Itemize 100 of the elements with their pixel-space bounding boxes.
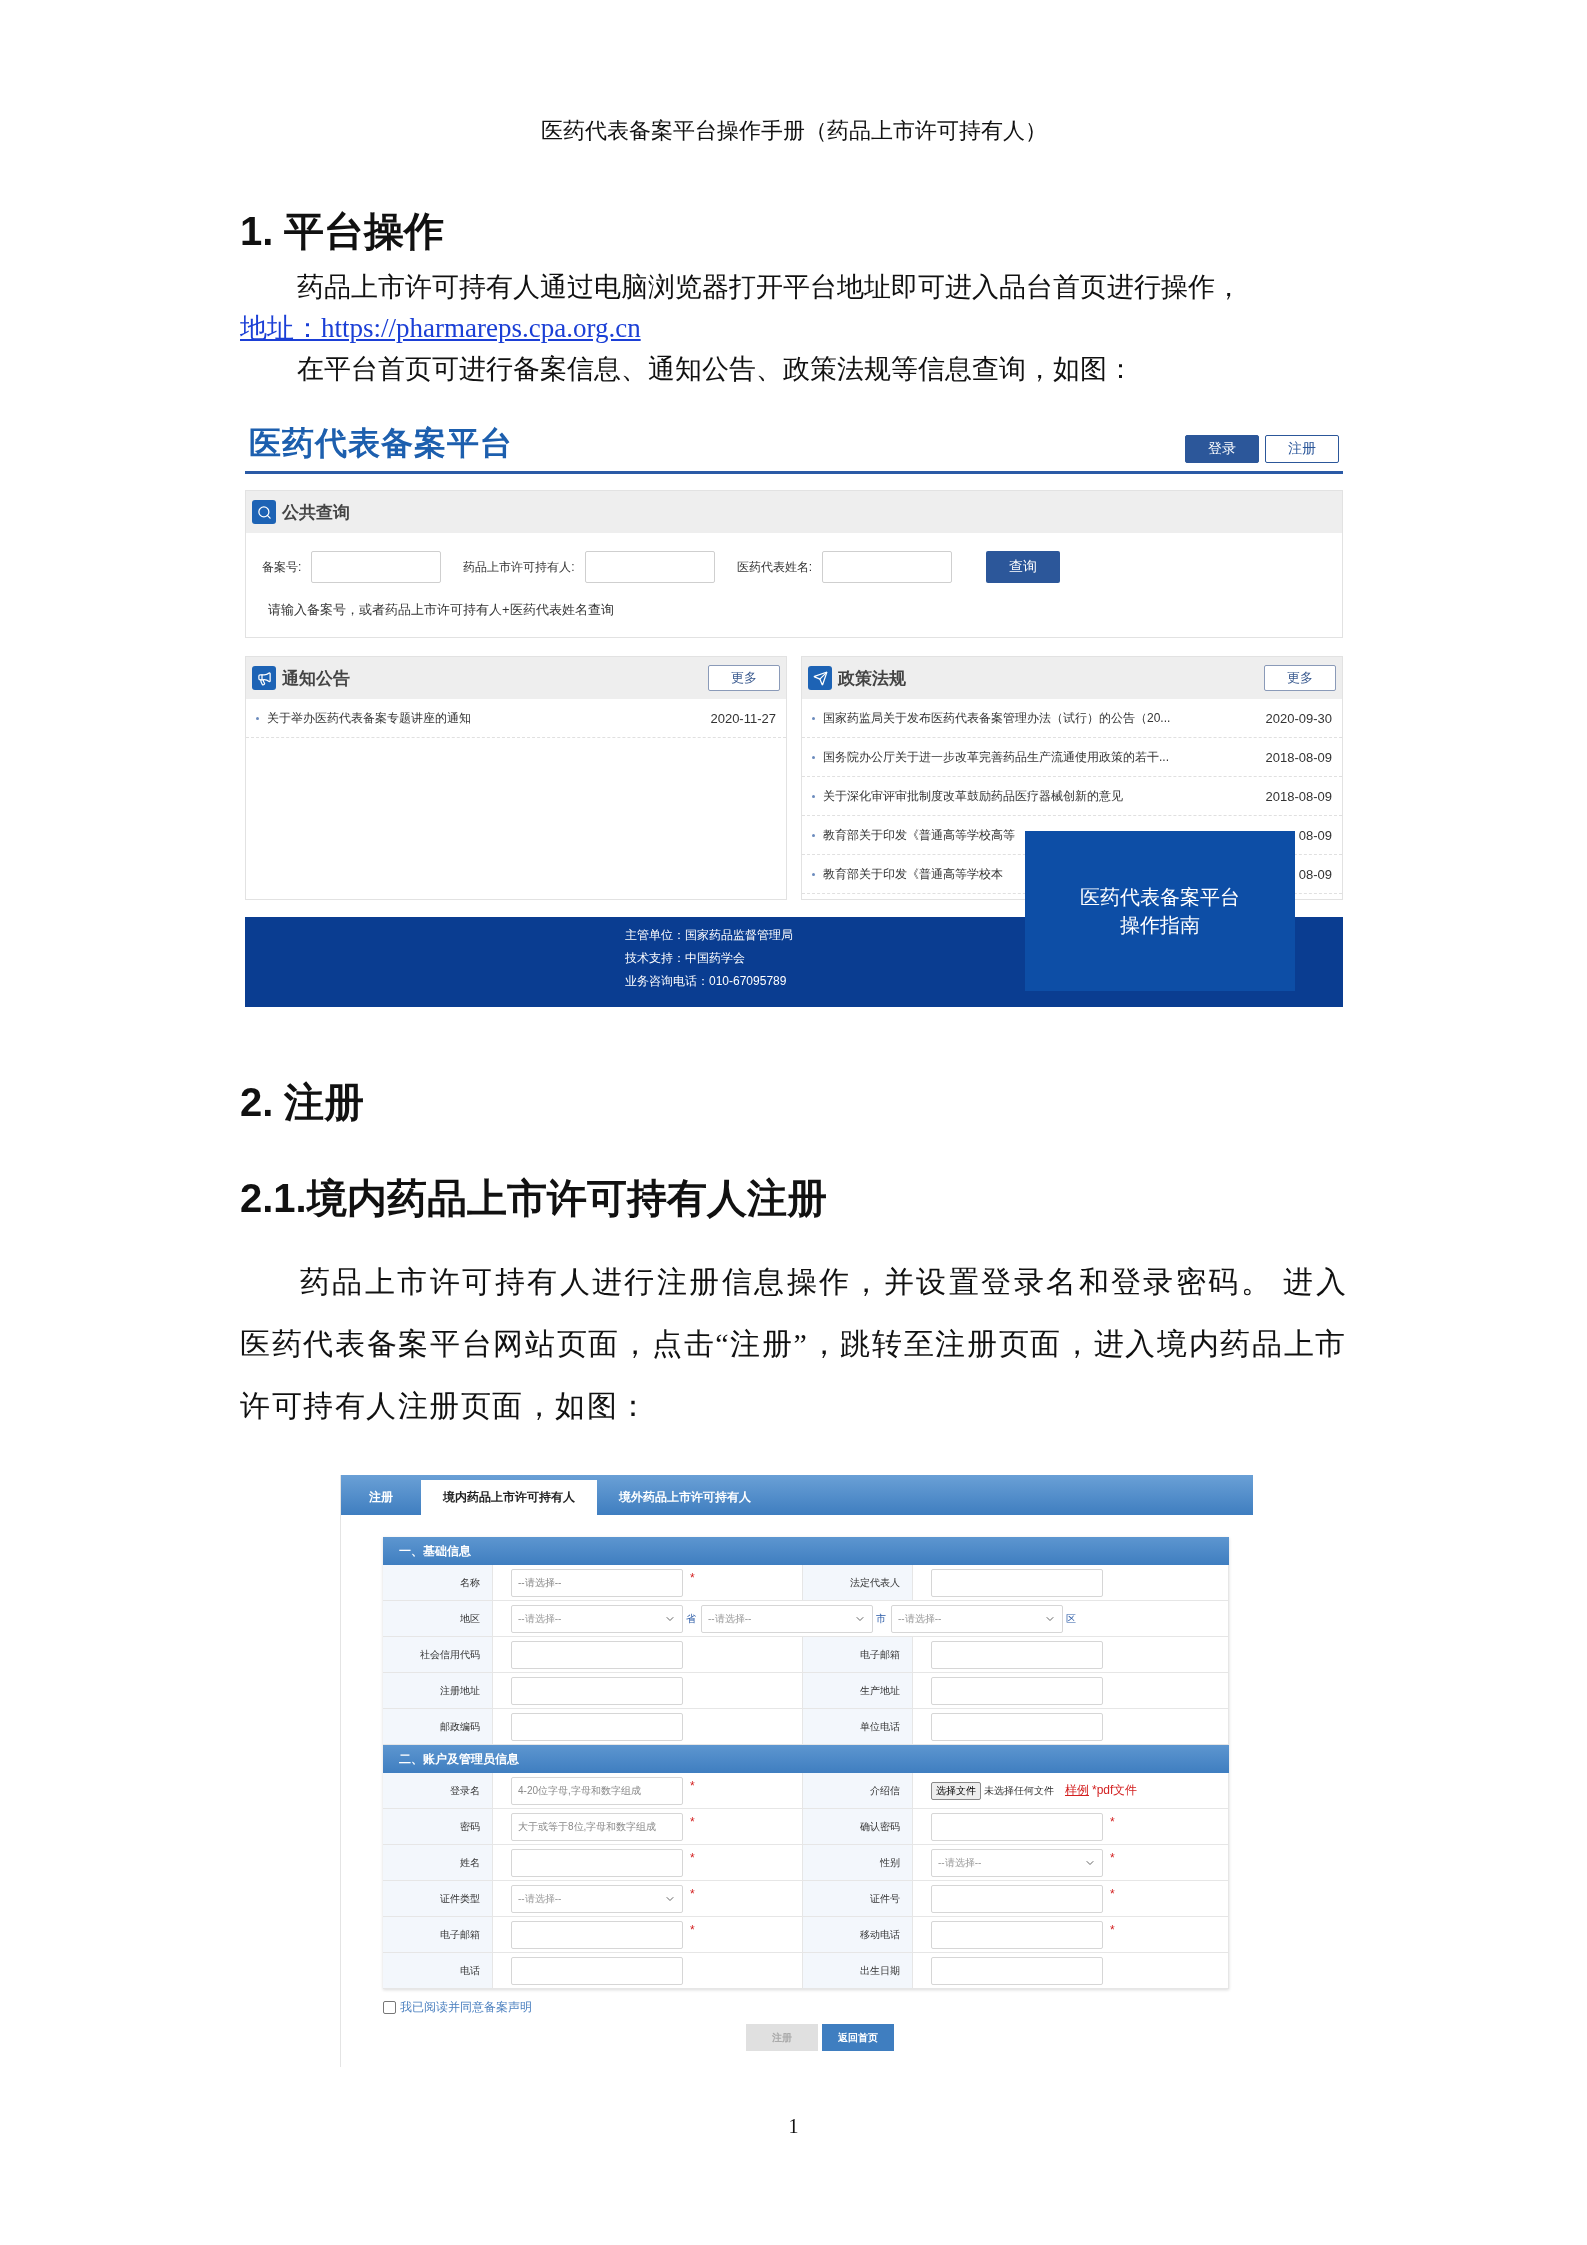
bullet-dot	[812, 755, 815, 759]
form-label: 注册地址	[440, 1683, 480, 1698]
field-label: 医药代表姓名:	[736, 558, 813, 576]
news-date: 2020-11-27	[710, 710, 776, 726]
input-field[interactable]	[511, 1712, 683, 1741]
required-mark: *	[1110, 1851, 1115, 1865]
file-status: 未选择任何文件	[984, 1783, 1054, 1798]
more-button[interactable]: 更多	[708, 665, 780, 691]
news-link[interactable]: 教育部关于印发《普通高等学校本	[823, 865, 1003, 883]
region-suffix: 市	[876, 1611, 886, 1626]
required-mark: *	[1110, 1923, 1115, 1937]
form-label: 介绍信	[870, 1783, 900, 1798]
input-field[interactable]	[931, 1884, 1103, 1913]
megaphone-icon	[252, 666, 276, 690]
file-note: *pdf文件	[1092, 1782, 1138, 1799]
form-label: 电话	[460, 1963, 480, 1978]
footer-line: 主管单位：国家药品监督管理局	[625, 927, 793, 944]
input-field[interactable]	[511, 1848, 683, 1877]
footer-line: 技术支持：中国药学会	[625, 950, 745, 967]
form-label: 生产地址	[860, 1683, 900, 1698]
login-button[interactable]: 登录	[1185, 435, 1259, 463]
input-field[interactable]	[511, 1956, 683, 1985]
bullet-dot	[812, 872, 815, 876]
required-mark: *	[1110, 1815, 1115, 1829]
footer-line: 业务咨询电话：010-67095789	[625, 973, 787, 990]
news-date: 08-09	[1298, 827, 1332, 843]
form-label: 性别	[880, 1855, 900, 1870]
news-link[interactable]: 国务院办公厅关于进一步改革完善药品生产流通使用政策的若干...	[823, 748, 1169, 766]
required-mark: *	[690, 1887, 695, 1901]
form-label: 姓名	[460, 1855, 480, 1870]
input-field[interactable]	[931, 1920, 1103, 1949]
input-field[interactable]	[511, 1920, 683, 1949]
search-icon	[252, 500, 276, 524]
query-field[interactable]	[822, 551, 953, 583]
tab[interactable]: 境内药品上市许可持有人	[421, 1480, 597, 1515]
sample-link[interactable]: 样例	[1065, 1782, 1089, 1799]
panel-title: 政策法规	[838, 667, 906, 690]
choose-file-button[interactable]: 选择文件	[931, 1781, 981, 1800]
section-header: 二、账户及管理员信息	[383, 1745, 1229, 1773]
required-mark: *	[690, 1851, 695, 1865]
agreement-checkbox[interactable]	[383, 2001, 396, 2014]
query-field[interactable]	[311, 551, 442, 583]
page-number: 1	[787, 2115, 800, 2138]
more-button[interactable]: 更多	[1264, 665, 1336, 691]
bullet-dot	[812, 833, 815, 837]
panel-title: 公共查询	[282, 501, 350, 524]
input-field[interactable]: 4-20位字母,字母和数字组成	[511, 1776, 683, 1805]
section-heading: 2. 注册	[240, 1079, 366, 1126]
news-date: 2020-09-30	[1265, 710, 1332, 726]
back-home-button[interactable]: 返回首页	[822, 2024, 894, 2051]
required-mark: *	[690, 1923, 695, 1937]
document-header: 医药代表备案平台操作手册（药品上市许可持有人）	[539, 117, 1048, 145]
region-suffix: 区	[1066, 1611, 1076, 1626]
query-field[interactable]	[584, 551, 715, 583]
required-mark: *	[1110, 1887, 1115, 1901]
required-mark: *	[690, 1571, 695, 1585]
form-label: 密码	[460, 1819, 480, 1834]
bullet-dot	[812, 794, 815, 798]
input-field[interactable]	[931, 1568, 1103, 1597]
body-paragraph: 在平台首页可进行备案信息、通知公告、政策法规等信息查询，如图：	[296, 353, 1135, 386]
input-field[interactable]	[931, 1812, 1103, 1841]
news-link[interactable]: 教育部关于印发《普通高等学校高等	[823, 826, 1015, 844]
news-link[interactable]: 关于举办医药代表备案专题讲座的通知	[267, 709, 471, 727]
input-field[interactable]	[511, 1640, 683, 1669]
site-logo: 医药代表备案平台	[249, 424, 513, 463]
field-label: 药品上市许可持有人:	[463, 558, 575, 576]
form-label: 电子邮箱	[860, 1647, 900, 1662]
required-mark: *	[690, 1779, 695, 1793]
section-heading: 2.1.境内药品上市许可持有人注册	[240, 1175, 828, 1222]
input-field[interactable]: 大于或等于8位,字母和数字组成	[511, 1812, 683, 1841]
input-field[interactable]	[931, 1676, 1103, 1705]
panel-title: 通知公告	[282, 667, 350, 690]
region-suffix: 省	[686, 1611, 696, 1626]
guide-banner[interactable]: 医药代表备案平台 操作指南	[1025, 831, 1295, 991]
agreement-label: 我已阅读并同意备案声明	[400, 1999, 532, 2016]
input-field[interactable]: --请选择--	[511, 1568, 683, 1597]
bullet-dot	[812, 716, 815, 720]
form-label: 社会信用代码	[420, 1647, 480, 1662]
required-mark: *	[690, 1815, 695, 1829]
form-label: 出生日期	[860, 1963, 900, 1978]
form-label: 移动电话	[860, 1927, 900, 1942]
news-date: 08-09	[1298, 866, 1332, 882]
form-label: 邮政编码	[440, 1719, 480, 1734]
address-link[interactable]: 地址：https://pharmareps.cpa.org.cn	[240, 308, 641, 348]
news-date: 2018-08-09	[1265, 788, 1332, 804]
input-field[interactable]	[511, 1676, 683, 1705]
form-label: 证件类型	[440, 1891, 480, 1906]
register-button[interactable]: 注册	[1265, 435, 1339, 463]
news-date: 2018-08-09	[1265, 749, 1332, 765]
body-paragraph: 药品上市许可持有人进行注册信息操作，并设置登录名和登录密码。 进入医药代表备案平台网站页面，点击“注册”，跳转至注册页面，进入境内药品上市许可持有人注册页面，如图：	[240, 1264, 1347, 1424]
input-field[interactable]	[931, 1712, 1103, 1741]
news-link[interactable]: 国家药监局关于发布医药代表备案管理办法（试行）的公告（20...	[823, 709, 1171, 727]
input-field[interactable]	[931, 1956, 1103, 1985]
form-label: 地区	[460, 1611, 480, 1626]
form-label: 法定代表人	[850, 1575, 900, 1590]
form-label: 单位电话	[860, 1719, 900, 1734]
query-button[interactable]: 查询	[986, 551, 1061, 583]
input-field[interactable]	[931, 1640, 1103, 1669]
news-link[interactable]: 关于深化审评审批制度改革鼓励药品医疗器械创新的意见	[823, 787, 1123, 805]
bullet-dot	[256, 716, 259, 720]
